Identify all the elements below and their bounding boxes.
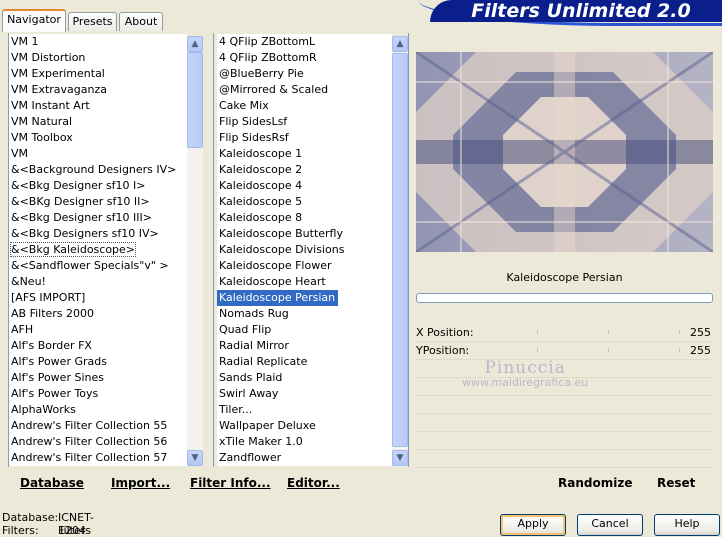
filter-list-item[interactable]: @Mirrored & Scaled [217,82,392,98]
filter-list-item[interactable]: Flip SidesLsf [217,114,392,130]
filter-list-item[interactable]: Kaleidoscope Heart [217,274,392,290]
filter-list-item[interactable]: 4 QFlip ZBottomR [217,50,392,66]
filter-preview-image [416,52,713,252]
param-empty-row [416,432,713,450]
scroll-up-button[interactable]: ▲ [187,36,203,52]
category-list-item[interactable]: Alf's Power Toys [9,386,187,402]
category-list-item[interactable]: AlphaWorks [9,402,187,418]
category-list-item[interactable]: &<Sandflower Specials"v" > [9,258,187,274]
filter-list-item[interactable]: Wallpaper Deluxe [217,418,392,434]
category-list-item[interactable]: &<Background Designers IV> [9,162,187,178]
filter-scrollbar[interactable]: ▲ ▼ [392,36,408,466]
filter-list-item[interactable]: Kaleidoscope Flower [217,258,392,274]
scroll-thumb[interactable] [187,52,203,148]
category-list-item[interactable]: &<Bkg Designer sf10 I> [9,178,187,194]
tab-navigator[interactable]: Navigator [2,9,66,32]
category-scrollbar[interactable]: ▲ ▼ [187,36,203,466]
filter-list-item[interactable]: Radial Replicate [217,354,392,370]
filter-list-item[interactable]: Cake Mix [217,98,392,114]
import-link[interactable]: Import... [111,476,170,490]
category-list-item[interactable]: &<BKg Designer sf10 II> [9,194,187,210]
parameter-panel: X Position: 255 YPosition: 255 [416,324,713,468]
category-list-item[interactable]: Andrew's Filter Collection 55 [9,418,187,434]
category-list-item[interactable]: VM Natural [9,114,187,130]
scroll-thumb[interactable] [392,53,408,447]
slider-ticks[interactable] [466,348,686,352]
param-value: 255 [690,326,711,339]
watermark-url: www.maidiregrafica.eu [462,376,589,389]
help-button[interactable]: Help [654,514,720,536]
category-list-item[interactable]: VM 1 [9,34,187,50]
param-empty-row [416,450,713,468]
filter-list-item[interactable]: Swirl Away [217,386,392,402]
preview-caption: Kaleidoscope Persian [506,271,623,284]
filter-list-item[interactable]: Tiler... [217,402,392,418]
filter-list-item[interactable]: Sands Plaid [217,370,392,386]
category-list-item[interactable]: Alf's Border FX [9,338,187,354]
filter-list-item[interactable]: xTile Maker 1.0 [217,434,392,450]
filter-list-item[interactable]: Kaleidoscope 5 [217,194,392,210]
database-link[interactable]: Database [20,476,84,490]
param-empty-row [416,396,713,414]
category-list-item[interactable]: &<Bkg Designers sf10 IV> [9,226,187,242]
param-x-position[interactable]: X Position: 255 [416,324,713,342]
filter-list-item[interactable]: Flip SidesRsf [217,130,392,146]
category-list-item[interactable]: VM Extravaganza [9,82,187,98]
param-value: 255 [690,344,711,357]
category-list-item[interactable]: VM Instant Art [9,98,187,114]
category-list-item[interactable]: &<Bkg Designer sf10 III> [9,210,187,226]
scroll-down-button[interactable]: ▼ [392,450,408,466]
progress-bar [416,293,713,303]
watermark: Pinuccia www.maidiregrafica.eu [462,358,588,389]
database-label: Database: [2,511,59,524]
watermark-name: Pinuccia [484,358,566,378]
tab-presets[interactable]: Presets [68,12,117,31]
apply-button[interactable]: Apply [500,514,566,536]
category-list-item[interactable]: VM [9,146,187,162]
category-list-item[interactable]: Alf's Power Grads [9,354,187,370]
category-list-item[interactable]: Alf's Power Sines [9,370,187,386]
reset-button[interactable]: Reset [657,476,695,490]
slider-ticks[interactable] [466,330,686,334]
category-list-item[interactable]: Andrew's Filter Collection 57 [9,450,187,466]
filter-list-item[interactable]: Nomads Rug [217,306,392,322]
cancel-button[interactable]: Cancel [577,514,643,536]
filter-list-item[interactable]: Radial Mirror [217,338,392,354]
category-list-item[interactable]: Andrew's Filter Collection 56 [9,434,187,450]
filter-list-item[interactable]: 4 QFlip ZBottomL [217,34,392,50]
randomize-button[interactable]: Randomize [558,476,632,490]
param-label: X Position: [416,326,474,339]
editor-link[interactable]: Editor... [287,476,340,490]
category-list-item[interactable]: AB Filters 2000 [9,306,187,322]
category-list-item[interactable]: VM Experimental [9,66,187,82]
filter-list[interactable]: 4 QFlip ZBottomL 4 QFlip ZBottomR @BlueBer… [217,34,392,466]
filter-list-item[interactable]: Kaleidoscope 1 [217,146,392,162]
tab-about[interactable]: About [119,12,163,31]
category-list-item[interactable]: VM Distortion [9,50,187,66]
filter-info-link[interactable]: Filter Info... [190,476,271,490]
category-list-item[interactable]: &<Bkg Kaleidoscope> [9,242,187,258]
status-area: Database: ICNET-Filters Filters: 1204 [2,511,94,537]
category-list[interactable]: VM 1 VM Distortion VM Experimental VM Extra… [9,34,187,466]
param-empty-row [416,414,713,432]
category-list-item[interactable]: VM Toolbox [9,130,187,146]
filter-list-item[interactable]: Kaleidoscope 2 [217,162,392,178]
filter-list-item[interactable]: Zandflower [217,450,392,466]
category-list-item[interactable]: [AFS IMPORT] [9,290,187,306]
filter-list-item[interactable]: Kaleidoscope 4 [217,178,392,194]
filter-list-item[interactable]: Kaleidoscope Butterfly [217,226,392,242]
scroll-down-button[interactable]: ▼ [187,450,203,466]
category-list-item[interactable]: AFH [9,322,187,338]
filter-list-item[interactable]: @BlueBerry Pie [217,66,392,82]
category-list-item[interactable]: &Neu! [9,274,187,290]
filter-list-item[interactable]: Quad Flip [217,322,392,338]
param-label: YPosition: [416,344,470,357]
filter-list-item[interactable]: Kaleidoscope Divisions [217,242,392,258]
filter-list-item[interactable]: Kaleidoscope 8 [217,210,392,226]
filter-list-item[interactable]: Kaleidoscope Persian [217,290,339,306]
app-title: Filters Unlimited 2.0 [471,0,691,22]
scroll-up-button[interactable]: ▲ [392,36,408,52]
